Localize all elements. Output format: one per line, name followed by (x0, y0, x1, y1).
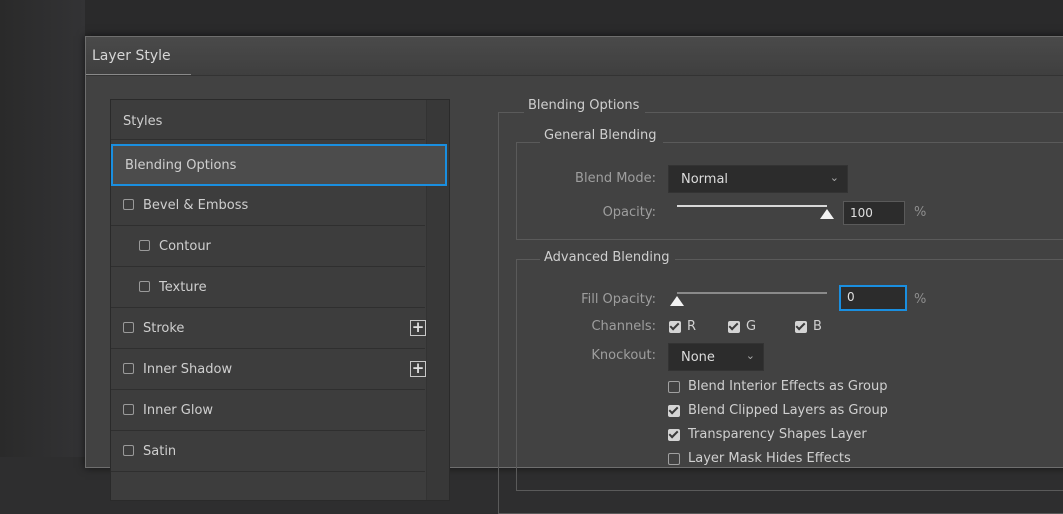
style-checkbox[interactable] (123, 199, 134, 210)
workspace-top (0, 0, 1063, 40)
option-label: Blend Interior Effects as Group (688, 379, 888, 394)
style-checkbox[interactable] (123, 322, 134, 333)
channel-g-label: G (746, 319, 757, 334)
dialog-title: Layer Style (92, 48, 171, 64)
style-item-label: Contour (159, 239, 211, 254)
option-checkbox[interactable] (668, 453, 680, 465)
opacity-value: 100 (850, 206, 873, 220)
styles-header-label: Styles (123, 114, 163, 129)
channels-label: Channels: (591, 319, 656, 334)
workspace-left (0, 0, 85, 457)
blend-mode-label: Blend Mode: (575, 171, 656, 186)
blend-mode-value: Normal (681, 172, 729, 187)
style-item-blending-options[interactable]: Blending Options (111, 144, 447, 186)
channel-b-checkbox[interactable] (795, 321, 807, 333)
channel-b-label: B (813, 319, 822, 334)
layer-style-dialog: Layer Style Styles Blending Options Bevel… (85, 36, 1063, 514)
chevron-down-icon: ⌄ (829, 171, 839, 184)
style-item-bevel-emboss[interactable]: Bevel & Emboss (111, 186, 425, 226)
chevron-down-icon: ⌄ (745, 349, 755, 362)
channel-g-checkbox[interactable] (728, 321, 740, 333)
fill-opacity-percent: % (914, 292, 927, 307)
opacity-input[interactable]: 100 (843, 201, 905, 225)
opacity-slider-thumb[interactable] (820, 209, 834, 219)
style-item-stroke[interactable]: Stroke + (111, 309, 426, 349)
title-underline (86, 74, 191, 75)
general-blending-title: General Blending (540, 128, 663, 143)
plus-icon[interactable]: + (410, 361, 426, 377)
fill-opacity-slider-track[interactable] (677, 292, 827, 294)
style-checkbox[interactable] (123, 363, 134, 374)
blending-options-title: Blending Options (524, 98, 646, 113)
opacity-slider-fill (677, 205, 827, 207)
fill-opacity-value: 0 (847, 290, 855, 304)
style-item-label: Inner Shadow (143, 362, 233, 377)
blend-mode-dropdown[interactable]: Normal ⌄ (668, 165, 848, 193)
dialog-titlebar[interactable]: Layer Style (86, 37, 1063, 76)
fill-opacity-input[interactable]: 0 (839, 285, 907, 311)
style-item-inner-shadow[interactable]: Inner Shadow + (111, 350, 426, 390)
style-item-inner-glow[interactable]: Inner Glow (111, 391, 425, 431)
style-item-label: Bevel & Emboss (143, 198, 249, 213)
style-item-label: Inner Glow (143, 403, 214, 418)
styles-header: Styles (111, 100, 425, 140)
style-item-contour[interactable]: Contour (111, 227, 425, 267)
opacity-percent: % (914, 205, 927, 220)
advanced-blending-title: Advanced Blending (540, 250, 676, 265)
style-checkbox[interactable] (123, 445, 134, 456)
style-checkbox[interactable] (123, 404, 134, 415)
option-label: Transparency Shapes Layer (688, 427, 867, 442)
plus-icon[interactable]: + (410, 320, 426, 336)
opacity-label: Opacity: (602, 205, 656, 220)
fill-opacity-slider-thumb[interactable] (670, 296, 684, 306)
knockout-label: Knockout: (591, 348, 656, 363)
style-item-label: Stroke (143, 321, 185, 336)
opacity-slider-track[interactable] (677, 205, 827, 207)
option-checkbox[interactable] (668, 381, 680, 393)
knockout-dropdown[interactable]: None ⌄ (668, 343, 764, 371)
option-label: Blend Clipped Layers as Group (688, 403, 888, 418)
style-checkbox[interactable] (139, 281, 150, 292)
option-checkbox[interactable] (668, 405, 680, 417)
style-item-satin[interactable]: Satin (111, 432, 425, 472)
style-item-texture[interactable]: Texture (111, 268, 425, 308)
knockout-value: None (681, 350, 715, 365)
styles-panel: Styles Blending Options Bevel & Emboss Con… (110, 99, 450, 501)
style-item-label: Texture (159, 280, 207, 295)
fill-opacity-label: Fill Opacity: (581, 292, 656, 307)
style-item-label: Blending Options (125, 158, 237, 173)
channel-r-checkbox[interactable] (669, 321, 681, 333)
option-checkbox[interactable] (668, 429, 680, 441)
style-checkbox[interactable] (139, 240, 150, 251)
channel-r-label: R (687, 319, 697, 334)
option-label: Layer Mask Hides Effects (688, 451, 851, 466)
